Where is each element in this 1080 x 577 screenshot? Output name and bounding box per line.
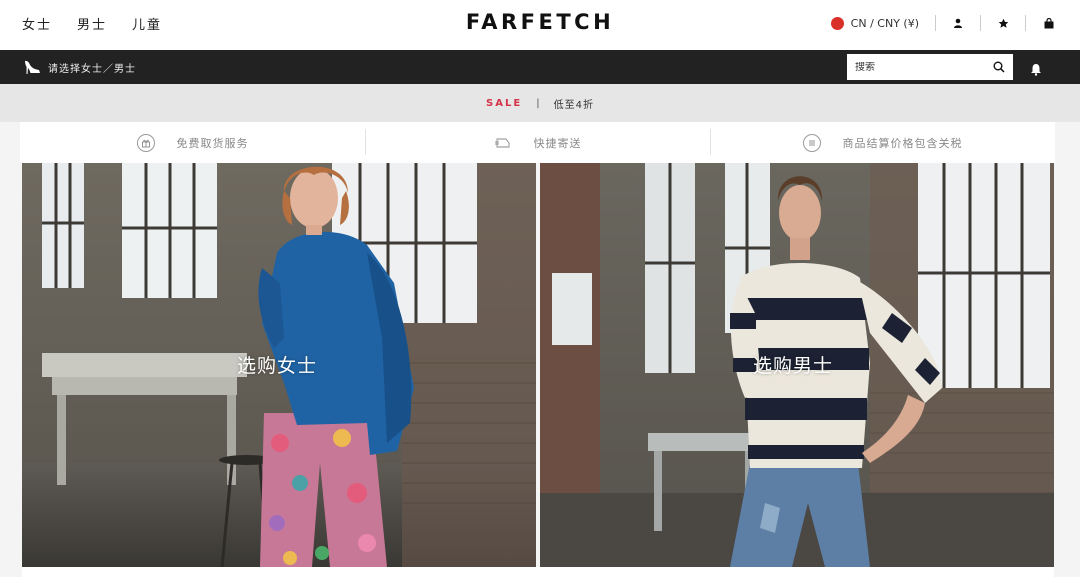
service-free-pickup[interactable]: 免费取货服务	[20, 122, 365, 163]
sale-banner[interactable]: SALE | 低至4折	[0, 84, 1080, 122]
search-box	[847, 54, 1013, 80]
search-icon	[993, 61, 1005, 73]
bell-icon	[1031, 64, 1041, 76]
sale-label: SALE	[486, 97, 523, 109]
service-label: 快捷寄送	[533, 136, 582, 150]
receipt-icon	[802, 133, 821, 152]
currency-label: CN / CNY (¥)	[850, 16, 919, 30]
shop-men-label: 选购男士	[753, 355, 834, 377]
gender-selector-bar: 请选择女士／男士	[0, 50, 1080, 84]
gift-icon	[136, 133, 155, 152]
user-icon	[954, 18, 962, 28]
search-input[interactable]	[847, 61, 987, 73]
notifications-button[interactable]	[1030, 61, 1042, 80]
high-heel-icon	[25, 60, 40, 74]
bag-icon	[1044, 17, 1054, 28]
shopping-bag-button[interactable]	[1026, 13, 1054, 33]
search-button[interactable]	[987, 54, 1011, 80]
service-label: 商品结算价格包含关税	[842, 136, 963, 150]
account-button[interactable]	[936, 13, 980, 33]
star-icon	[998, 18, 1008, 28]
currency-selector[interactable]: CN / CNY (¥)	[830, 16, 935, 30]
sale-discount-text: 低至4折	[553, 99, 594, 111]
choose-gender-link[interactable]: 请选择女士／男士	[24, 59, 136, 75]
gender-prompt-text: 请选择女士／男士	[48, 63, 136, 75]
shop-women-label: 选购女士	[237, 355, 318, 377]
page-bottom-strip	[22, 567, 1054, 577]
wishlist-button[interactable]	[981, 13, 1025, 33]
china-flag-icon	[830, 16, 844, 30]
header-actions: CN / CNY (¥)	[830, 13, 1054, 33]
top-header: 女士 男士 儿童 FARFETCH CN / CNY (¥)	[0, 0, 1080, 50]
service-duties-included[interactable]: 商品结算价格包含关税	[710, 122, 1055, 163]
sale-separator: |	[536, 97, 540, 109]
services-strip: 免费取货服务 快捷寄送 商品结算价格包含关税	[20, 122, 1055, 163]
shop-women-banner[interactable]: 选购女士	[22, 163, 536, 567]
shop-men-banner[interactable]: 选购男士	[540, 163, 1054, 567]
delivery-icon	[494, 134, 512, 152]
service-label: 免费取货服务	[176, 136, 249, 150]
service-express-delivery[interactable]: 快捷寄送	[365, 122, 710, 163]
